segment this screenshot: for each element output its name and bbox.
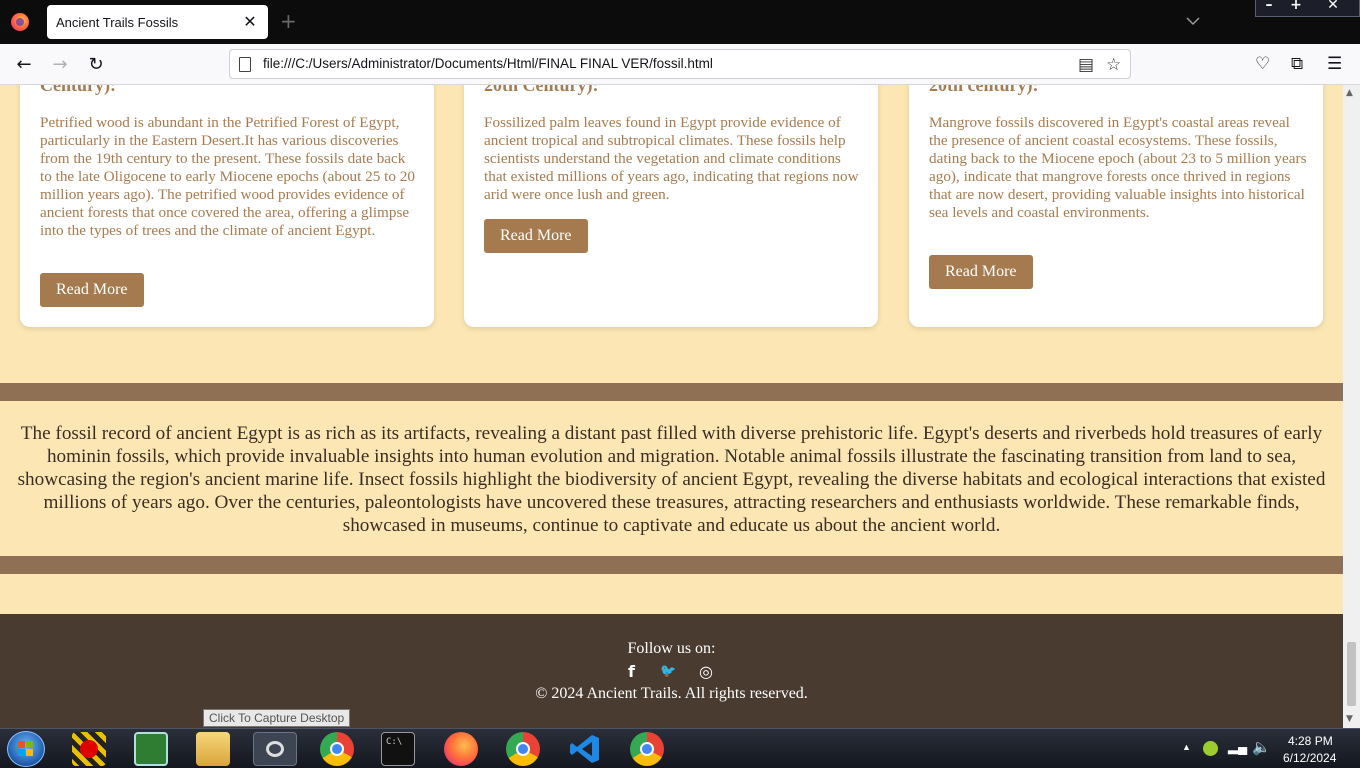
- minimize-icon[interactable]: –: [1256, 0, 1282, 13]
- start-button[interactable]: [7, 731, 45, 767]
- windows-taskbar: C:\ ▲ ▂▄ 🔈 4:28 PM 6/12/2024: [0, 728, 1360, 768]
- page-viewport: Century): Petrified wood is abundant in …: [0, 85, 1343, 728]
- reload-icon[interactable]: ↻: [86, 55, 106, 75]
- forward-arrow-icon[interactable]: →: [50, 55, 70, 75]
- chrome-center-icon: [330, 742, 344, 756]
- pocket-icon[interactable]: ♡: [1255, 54, 1270, 74]
- taskbar-record-app-icon[interactable]: [72, 732, 106, 766]
- reader-view-icon[interactable]: ▤: [1078, 55, 1094, 75]
- card-text: Fossilized palm leaves found in Egypt pr…: [484, 114, 859, 203]
- divider-band-bottom: [0, 556, 1343, 574]
- social-links: f 🐦 ◎: [622, 662, 722, 682]
- show-hidden-icons-icon[interactable]: ▲: [1182, 742, 1191, 752]
- taskbar-chrome-icon-2[interactable]: [630, 732, 664, 766]
- tab-close-icon[interactable]: ✕: [240, 12, 260, 32]
- taskbar-cmd-icon[interactable]: C:\: [381, 732, 415, 766]
- new-tab-icon[interactable]: +: [280, 11, 297, 31]
- window-controls: – + ✕: [1255, 0, 1360, 17]
- taskbar-file-explorer-icon[interactable]: [196, 732, 230, 766]
- read-more-button[interactable]: Read More: [929, 255, 1033, 289]
- network-status-icon[interactable]: [1203, 741, 1218, 756]
- card-title: 20th century):: [929, 85, 1039, 95]
- fossil-summary-paragraph: The fossil record of ancient Egypt is as…: [17, 423, 1326, 536]
- back-arrow-icon[interactable]: ←: [14, 55, 34, 75]
- chrome-center-icon: [640, 742, 654, 756]
- fossil-card: 20th century): Mangrove fossils discover…: [909, 85, 1323, 327]
- taskbar-firefox-icon[interactable]: [444, 732, 478, 766]
- firefox-logo-icon: [11, 13, 29, 31]
- read-more-button[interactable]: Read More: [40, 273, 144, 307]
- menu-icon[interactable]: ☰: [1327, 54, 1342, 74]
- chrome-center-icon: [516, 742, 530, 756]
- facebook-icon[interactable]: f: [628, 662, 635, 681]
- copyright-text: © 2024 Ancient Trails. All rights reserv…: [535, 685, 808, 702]
- clock-time[interactable]: 4:28 PM: [1288, 734, 1333, 748]
- twitter-icon[interactable]: 🐦: [660, 664, 676, 679]
- maximize-icon[interactable]: +: [1283, 0, 1309, 13]
- fossil-card: Century): Petrified wood is abundant in …: [20, 85, 434, 327]
- card-title: Century):: [40, 85, 116, 95]
- follow-us-label: Follow us on:: [627, 640, 716, 657]
- vscode-logo-icon: [570, 735, 599, 763]
- signal-icon[interactable]: ▂▄: [1228, 739, 1247, 755]
- bookmark-star-icon[interactable]: ☆: [1106, 55, 1121, 75]
- page-scrollbar[interactable]: ▲ ▼: [1343, 85, 1360, 728]
- tab-title: Ancient Trails Fossils: [56, 15, 179, 30]
- read-more-button[interactable]: Read More: [484, 219, 588, 253]
- taskbar-camera-app-icon[interactable]: [253, 732, 297, 766]
- card-title: 20th Century):: [484, 85, 599, 95]
- browser-tab-bar: Ancient Trails Fossils ✕ + – + ✕: [0, 0, 1360, 44]
- extensions-icon[interactable]: ⧉: [1291, 54, 1303, 74]
- windows-logo-icon: [18, 741, 34, 757]
- instagram-icon[interactable]: ◎: [699, 662, 713, 681]
- tab-active[interactable]: Ancient Trails Fossils ✕: [47, 5, 268, 39]
- navigation-toolbar: ← → ↻ file:///C:/Users/Administrator/Doc…: [0, 44, 1360, 85]
- capture-desktop-tooltip: Click To Capture Desktop: [203, 709, 351, 727]
- volume-icon[interactable]: 🔈: [1252, 738, 1271, 756]
- site-footer: Follow us on: f 🐦 ◎ © 2024 Ancient Trail…: [0, 614, 1343, 728]
- list-all-tabs-icon[interactable]: [1185, 13, 1201, 29]
- card-text: Petrified wood is abundant in the Petrif…: [40, 114, 415, 239]
- scroll-up-icon[interactable]: ▲: [1346, 88, 1353, 98]
- divider-band-top: [0, 383, 1343, 401]
- scrollbar-thumb[interactable]: [1347, 642, 1356, 706]
- taskbar-chrome-profile-icon[interactable]: [506, 732, 540, 766]
- taskbar-notepad-app-icon[interactable]: [134, 732, 168, 766]
- record-dot-icon: [80, 740, 98, 758]
- scroll-down-icon[interactable]: ▼: [1346, 714, 1353, 724]
- taskbar-vscode-icon[interactable]: [568, 732, 602, 766]
- fossil-card: 20th Century): Fossilized palm leaves fo…: [464, 85, 878, 327]
- card-text: Mangrove fossils discovered in Egypt's c…: [929, 114, 1307, 221]
- close-window-icon[interactable]: ✕: [1320, 0, 1346, 13]
- camera-lens-icon: [266, 741, 284, 757]
- taskbar-chrome-icon[interactable]: [320, 732, 354, 766]
- page-icon: [239, 57, 251, 72]
- address-bar[interactable]: file:///C:/Users/Administrator/Documents…: [229, 49, 1131, 79]
- cmd-prompt-icon: C:\: [386, 737, 403, 747]
- clock-date[interactable]: 6/12/2024: [1283, 751, 1336, 765]
- url-text[interactable]: file:///C:/Users/Administrator/Documents…: [263, 56, 713, 71]
